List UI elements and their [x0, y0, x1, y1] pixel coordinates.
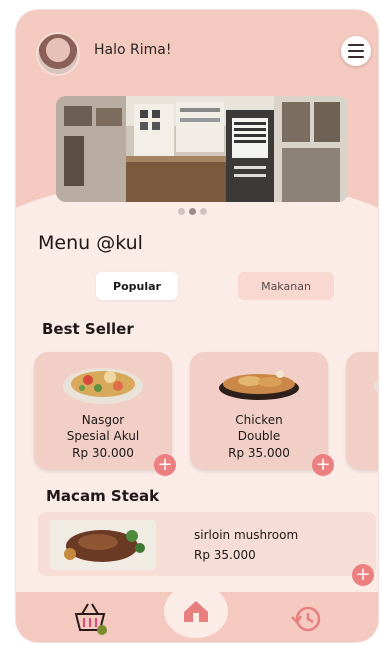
product-card-chicken[interactable]: Chicken Double Rp 35.000	[190, 352, 328, 470]
add-to-cart-button[interactable]: +	[154, 454, 176, 476]
product-price: Rp 30.000	[72, 446, 134, 460]
page-title: Menu @kul	[38, 232, 143, 254]
carousel-dot-active[interactable]	[189, 208, 196, 215]
avatar[interactable]	[36, 32, 80, 76]
product-name-line: Double	[237, 429, 281, 443]
steak-image	[50, 520, 156, 570]
hamburger-icon	[348, 44, 364, 46]
basket-icon[interactable]	[70, 600, 110, 640]
product-name-line: Spesial Akul	[66, 429, 140, 443]
restaurant-banner-image[interactable]	[56, 96, 348, 202]
steak-price: Rp 35.000	[194, 548, 256, 562]
tab-popular[interactable]: Popular	[96, 272, 178, 300]
food-image	[374, 379, 378, 393]
hamburger-icon-line	[348, 56, 364, 58]
carousel-dot[interactable]	[200, 208, 207, 215]
menu-button[interactable]	[341, 36, 371, 66]
chicken-image	[219, 370, 299, 400]
hamburger-icon-line	[348, 50, 364, 52]
home-button[interactable]	[164, 584, 228, 638]
add-steak-button[interactable]: +	[352, 564, 374, 586]
tab-makanan[interactable]: Makanan	[238, 272, 334, 300]
restaurant-photo	[56, 96, 348, 202]
macam-steak-title: Macam Steak	[46, 487, 160, 505]
add-to-cart-button[interactable]: +	[312, 454, 334, 476]
product-name: Chicken Double	[190, 412, 328, 444]
greeting-text: Halo Rima!	[94, 42, 172, 58]
carousel-indicator[interactable]	[178, 208, 207, 215]
carousel-dot[interactable]	[178, 208, 185, 215]
best-seller-title: Best Seller	[42, 320, 134, 338]
sirloin-photo	[50, 520, 156, 570]
product-price: Rp 35.000	[228, 446, 290, 460]
header: Halo Rima!	[36, 32, 371, 80]
app-screen: Halo Rima! Menu @kul Popular Makanan Bes…	[16, 10, 378, 642]
product-card-nasgor[interactable]: Nasgor Spesial Akul Rp 30.000	[34, 352, 172, 470]
nasgor-image	[63, 368, 143, 404]
product-name-line: Nasgor	[81, 413, 125, 427]
history-icon[interactable]	[290, 604, 324, 638]
steak-name: sirloin mushroom	[194, 528, 299, 542]
home-icon	[184, 601, 208, 622]
product-card-partial[interactable]	[346, 352, 378, 470]
product-name-line: Chicken	[235, 413, 283, 427]
steak-item[interactable]: sirloin mushroom Rp 35.000	[38, 512, 376, 576]
product-name: Nasgor Spesial Akul	[34, 412, 172, 444]
